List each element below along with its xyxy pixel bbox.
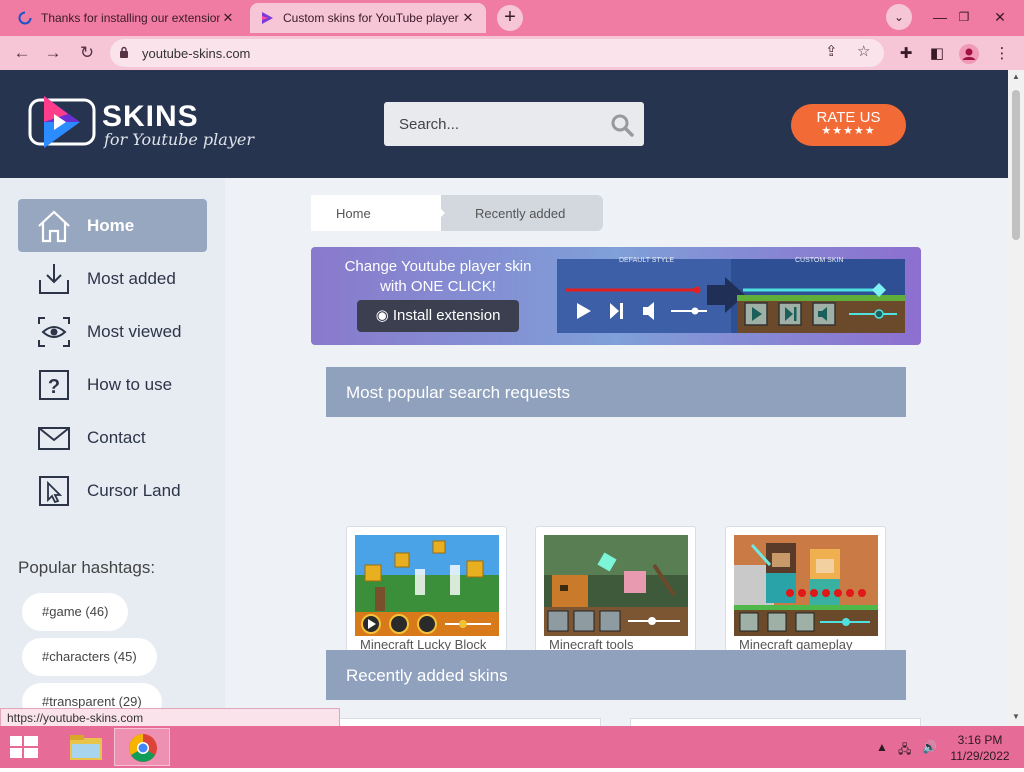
reload-icon[interactable]: ↻	[75, 41, 99, 65]
bookmark-star-icon[interactable]: ☆	[857, 42, 870, 60]
folder-icon	[70, 735, 102, 760]
custom-skin-label: CUSTOM SKIN	[795, 257, 844, 264]
tab-close-icon[interactable]: ✕	[460, 10, 476, 26]
breadcrumb-separator	[427, 195, 445, 231]
scrollbar-thumb[interactable]	[1012, 90, 1020, 240]
clock-time: 3:16 PM	[957, 733, 1003, 747]
question-icon: ?	[39, 370, 69, 400]
chrome-icon	[129, 734, 157, 762]
tab-search-dropdown-icon[interactable]: ⌄	[886, 4, 912, 30]
rate-us-label: RATE US	[816, 109, 881, 126]
windows-taskbar: ▲ 🖧 🔊 3:16 PM 11/29/2022	[0, 726, 1024, 768]
search-input[interactable]: Search...	[384, 102, 644, 146]
sidebar-item-label: Most added	[87, 269, 176, 288]
sidebar-item-label: How to use	[87, 375, 173, 394]
section-most-popular: Most popular search requests	[326, 367, 906, 417]
search-icon[interactable]	[610, 113, 634, 137]
sidebar-item-home[interactable]: Home	[18, 199, 207, 252]
chrome-icon: ◉	[375, 307, 393, 324]
file-explorer-taskbar-button[interactable]	[58, 728, 114, 766]
skin-card-partial[interactable]	[630, 718, 921, 726]
tab-thanks-installing[interactable]: Thanks for installing our extension ✕	[8, 3, 246, 33]
svg-text:?: ?	[48, 376, 60, 398]
show-hidden-icons-icon[interactable]: ▲	[876, 740, 888, 754]
taskbar-clock[interactable]: 3:16 PM 11/29/2022	[944, 732, 1016, 764]
section-recently-added: Recently added skins	[326, 650, 906, 700]
sidebar-item-label: Most viewed	[87, 322, 182, 341]
window-restore-icon[interactable]: ❐	[952, 4, 976, 30]
status-bar-url: https://youtube-skins.com	[0, 708, 340, 726]
envelope-icon	[38, 427, 70, 450]
download-tray-icon	[39, 264, 69, 294]
brand-tagline: for Youtube player	[104, 130, 254, 149]
share-icon[interactable]: ⇪	[825, 42, 838, 60]
loading-spinner-icon	[18, 11, 32, 25]
forward-arrow-icon[interactable]: →	[41, 41, 65, 65]
profile-avatar-icon[interactable]	[958, 43, 980, 65]
popular-hashtags-title: Popular hashtags:	[18, 558, 156, 577]
web-page: SKINS for Youtube player Search... RATE …	[0, 70, 1008, 726]
address-url: youtube-skins.com	[142, 46, 251, 61]
rate-us-button[interactable]: RATE US ★★★★★	[791, 104, 906, 146]
cursor-icon	[39, 476, 69, 506]
clock-date: 11/29/2022	[950, 749, 1010, 763]
search-placeholder: Search...	[399, 116, 460, 133]
home-icon	[38, 210, 70, 243]
browser-menu-icon[interactable]: ⋮	[991, 43, 1013, 65]
banner-text: Change Youtube player skin with ONE CLIC…	[344, 258, 532, 295]
default-style-label: DEFAULT STYLE	[619, 257, 674, 264]
volume-icon[interactable]: 🔊	[922, 740, 937, 754]
skins-favicon-icon	[262, 12, 273, 24]
extensions-puzzle-icon[interactable]: ✚	[895, 43, 917, 65]
tab-title: Thanks for installing our extension	[41, 11, 220, 25]
scroll-up-arrow-icon[interactable]: ▲	[1008, 72, 1024, 81]
window-close-icon[interactable]: ✕	[988, 4, 1012, 30]
install-extension-label: Install extension	[392, 307, 501, 324]
site-header: SKINS for Youtube player Search... RATE …	[0, 70, 1008, 178]
sidebar: Home Most added Most viewed ? How to use…	[0, 178, 225, 726]
skin-thumbnail-gameplay	[734, 535, 878, 636]
rating-stars-icon: ★★★★★	[821, 125, 876, 137]
main-content: Recently added Home Change Youtube playe…	[225, 178, 1008, 726]
address-bar[interactable]: youtube-skins.com ⇪ ☆	[110, 39, 884, 67]
skin-thumbnail-lucky-block	[355, 535, 499, 636]
skins-logo-icon[interactable]	[28, 94, 98, 152]
sidebar-item-contact[interactable]: Contact	[18, 411, 207, 464]
sidebar-item-label: Home	[87, 216, 135, 235]
sidebar-item-most-added[interactable]: Most added	[18, 252, 207, 305]
window-minimize-icon[interactable]: —	[928, 4, 952, 30]
windows-start-icon[interactable]	[10, 736, 38, 760]
breadcrumb-home[interactable]: Home	[311, 195, 441, 231]
hashtag-game[interactable]: #game (46)	[22, 593, 129, 631]
eye-icon	[38, 317, 70, 347]
scroll-down-arrow-icon[interactable]: ▼	[1008, 712, 1024, 721]
skin-thumbnail-tools	[544, 535, 688, 636]
tab-title: Custom skins for YouTube player	[283, 11, 459, 25]
chrome-taskbar-button[interactable]	[114, 728, 170, 766]
tab-custom-skins[interactable]: Custom skins for YouTube player ✕	[250, 3, 486, 33]
new-tab-button[interactable]: +	[497, 5, 523, 31]
install-extension-button[interactable]: ◉ Install extension	[357, 300, 519, 332]
back-arrow-icon[interactable]: ←	[10, 41, 34, 65]
browser-toolbar: ← → ↻ youtube-skins.com ⇪ ☆ ✚ ◧ ⋮	[0, 36, 1024, 70]
sidebar-item-label: Contact	[87, 428, 146, 447]
page-scrollbar[interactable]: ▲ ▼	[1008, 70, 1024, 726]
brand-name: SKINS	[102, 100, 199, 133]
lock-icon	[120, 46, 128, 58]
sidebar-item-label: Cursor Land	[87, 481, 181, 500]
player-skin-preview	[557, 259, 905, 333]
side-panel-icon[interactable]: ◧	[926, 43, 948, 65]
browser-tab-strip: Thanks for installing our extension ✕ Cu…	[0, 0, 1024, 36]
install-banner[interactable]: Change Youtube player skin with ONE CLIC…	[311, 247, 921, 345]
sidebar-item-cursor-land[interactable]: Cursor Land	[18, 464, 207, 517]
hashtag-characters[interactable]: #characters (45)	[22, 638, 157, 676]
breadcrumb-current: Recently added	[429, 195, 603, 231]
skin-card-partial[interactable]	[326, 718, 601, 726]
sidebar-item-most-viewed[interactable]: Most viewed	[18, 305, 207, 358]
sidebar-item-how-to-use[interactable]: ? How to use	[18, 358, 207, 411]
tab-close-icon[interactable]: ✕	[220, 10, 236, 26]
network-icon[interactable]: 🖧	[898, 740, 911, 761]
